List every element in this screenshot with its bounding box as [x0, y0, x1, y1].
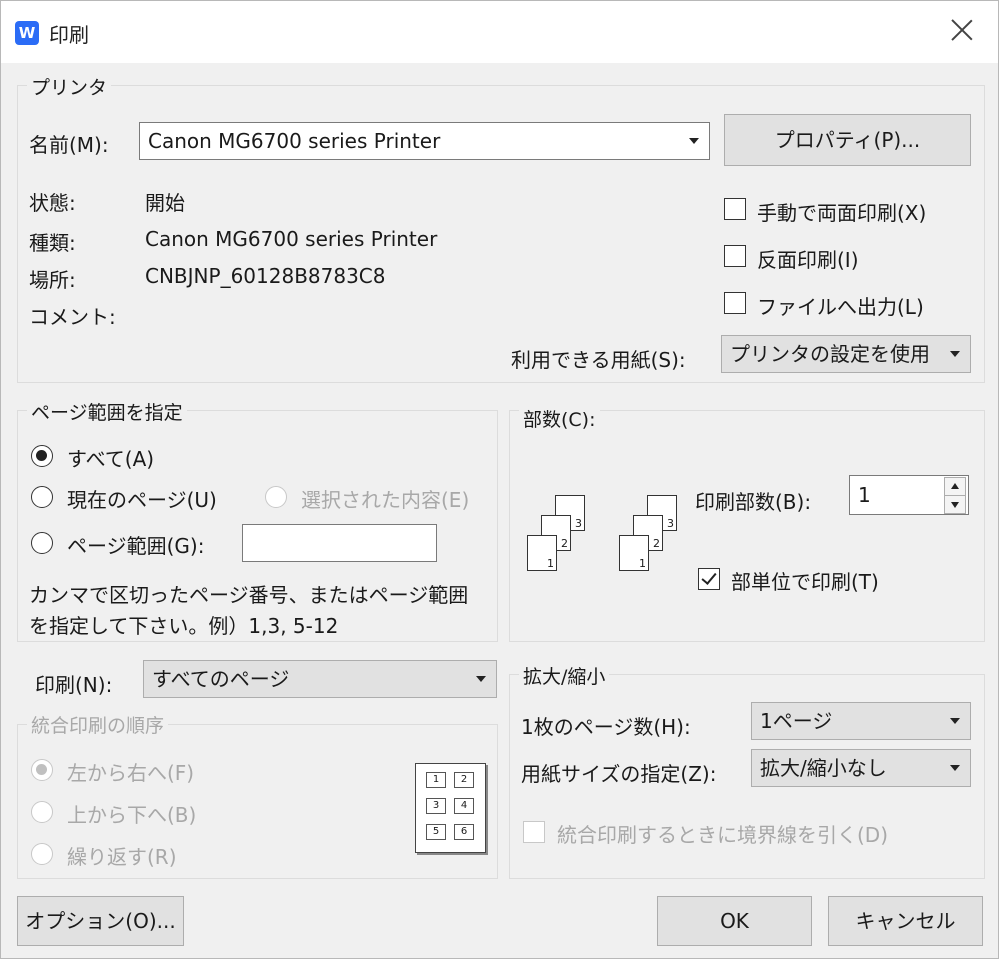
paper-value: プリンタの設定を使用 [730, 342, 930, 366]
print-to-file-label[interactable]: ファイルへ出力(L) [757, 291, 924, 320]
paper-select[interactable]: プリンタの設定を使用 [721, 335, 971, 373]
range-pages-label[interactable]: ページ範囲(G): [67, 530, 204, 559]
chevron-down-icon [950, 765, 960, 771]
print-what-label: 印刷(N): [35, 673, 113, 697]
order-top-bottom-label[interactable]: 上から下へ(B) [67, 799, 196, 828]
properties-button[interactable]: プロパティ(P)... [724, 114, 971, 166]
cancel-button[interactable]: キャンセル [828, 896, 983, 946]
print-dialog: W 印刷 プリンタ 名前(M): Canon MG6700 series Pri… [0, 0, 999, 959]
range-current-radio[interactable] [31, 486, 53, 508]
spin-down-icon[interactable] [944, 495, 966, 514]
chevron-down-icon [950, 718, 960, 724]
reverse-print-checkbox[interactable] [724, 245, 746, 267]
order-left-right-label[interactable]: 左から右へ(F) [67, 757, 194, 786]
order-repeat-radio[interactable] [31, 843, 53, 865]
printer-name-select[interactable]: Canon MG6700 series Printer [139, 122, 710, 160]
options-button[interactable]: オプション(O)... [17, 896, 184, 946]
location-label: 場所: [29, 268, 76, 292]
print-to-file-checkbox[interactable] [724, 292, 746, 314]
wps-writer-icon: W [15, 21, 39, 45]
print-what-value: すべてのページ [152, 667, 290, 691]
scale-value: 拡大/縮小なし [760, 756, 887, 780]
type-label: 種類: [29, 231, 76, 255]
range-selection-label[interactable]: 選択された内容(E) [301, 484, 485, 513]
range-current-label[interactable]: 現在のページ(U) [67, 484, 217, 513]
manual-duplex-checkbox[interactable] [724, 198, 746, 220]
grid-cell: 3 [426, 798, 446, 814]
order-left-right-radio[interactable] [31, 759, 53, 781]
paper-label: 利用できる用紙(S): [511, 348, 686, 372]
copies-legend: 部数(C): [519, 405, 600, 432]
draw-borders-label[interactable]: 統合印刷するときに境界線を引く(D) [557, 819, 888, 848]
page-range-input[interactable] [242, 524, 437, 562]
range-all-label[interactable]: すべて(A) [67, 443, 154, 472]
pages-per-sheet-select[interactable]: 1ページ [751, 702, 971, 740]
chevron-down-icon [689, 138, 699, 144]
manual-duplex-label[interactable]: 手動で両面印刷(X) [757, 197, 926, 226]
printer-legend: プリンタ [27, 73, 112, 100]
grid-cell: 5 [426, 824, 446, 840]
status-label: 状態: [29, 191, 76, 215]
title-bar: W 印刷 [1, 1, 998, 63]
pages-per-sheet-value: 1ページ [760, 709, 833, 733]
order-top-bottom-radio[interactable] [31, 801, 53, 823]
scale-select[interactable]: 拡大/縮小なし [751, 749, 971, 787]
collate-label[interactable]: 部単位で印刷(T) [731, 566, 879, 595]
range-hint-line2: を指定して下さい。例）1,3, 5-12 [29, 614, 339, 638]
page-range-legend: ページ範囲を指定 [27, 398, 187, 425]
reverse-print-label[interactable]: 反面印刷(I) [757, 244, 859, 273]
order-grid-illustration: 1 2 3 4 5 6 [415, 763, 486, 853]
printer-name-value: Canon MG6700 series Printer [148, 129, 441, 153]
copies-count-value: 1 [858, 483, 871, 507]
zoom-legend: 拡大/縮小 [519, 662, 610, 689]
comment-label: コメント: [29, 305, 116, 329]
draw-borders-checkbox[interactable] [523, 821, 545, 843]
status-value: 開始 [145, 191, 185, 215]
range-selection-radio[interactable] [265, 486, 287, 508]
order-legend: 統合印刷の順序 [27, 711, 169, 738]
location-value: CNBJNP_60128B8783C8 [145, 264, 386, 288]
range-hint-line1: カンマで区切ったページ番号、またはページ範囲 [29, 583, 469, 607]
range-all-radio[interactable] [31, 445, 53, 467]
scale-label: 用紙サイズの指定(Z): [521, 762, 717, 786]
close-icon[interactable] [945, 13, 979, 47]
chevron-down-icon [476, 676, 486, 682]
copies-count-label: 印刷部数(B): [695, 490, 812, 514]
type-value: Canon MG6700 series Printer [145, 227, 438, 251]
grid-cell: 2 [454, 772, 474, 788]
grid-cell: 6 [454, 824, 474, 840]
window-title: 印刷 [49, 23, 89, 47]
range-pages-radio[interactable] [31, 532, 53, 554]
chevron-down-icon [950, 351, 960, 357]
printer-name-label: 名前(M): [29, 133, 109, 157]
spin-up-icon[interactable] [944, 477, 966, 496]
order-repeat-label[interactable]: 繰り返す(R) [67, 841, 177, 870]
collate-checkbox[interactable] [698, 568, 720, 590]
print-what-select[interactable]: すべてのページ [143, 660, 497, 698]
grid-cell: 4 [454, 798, 474, 814]
pages-per-sheet-label: 1枚のページ数(H): [521, 715, 691, 739]
ok-button[interactable]: OK [657, 896, 812, 946]
grid-cell: 1 [426, 772, 446, 788]
